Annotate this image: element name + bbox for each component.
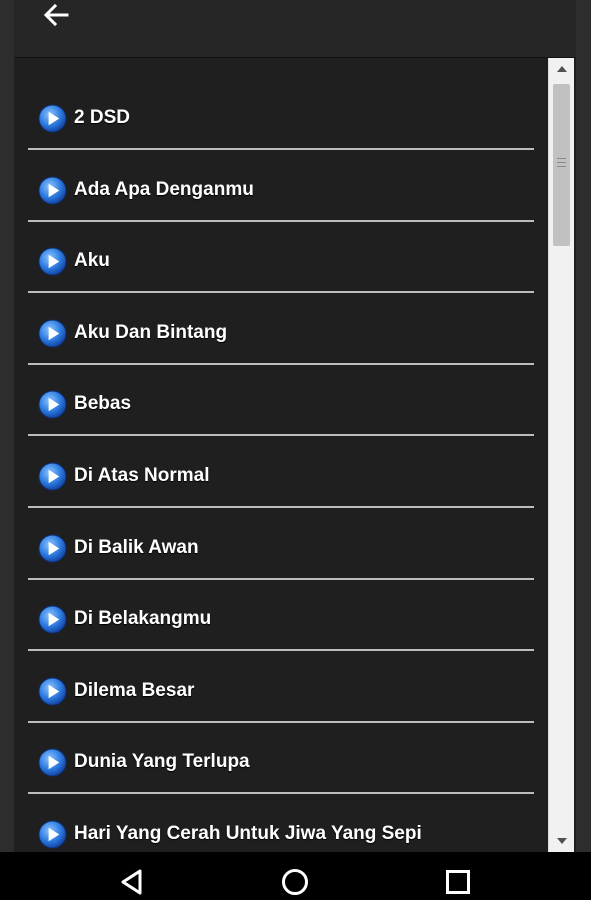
list-item[interactable]: Di Balik Awan [28, 510, 534, 580]
back-button[interactable] [36, 0, 76, 30]
square-recents-icon [446, 870, 470, 894]
list-item[interactable]: Di Atas Normal [28, 438, 534, 508]
song-title: Aku [74, 250, 110, 272]
scroll-down-arrow-icon [556, 838, 567, 844]
device-screen: 2 DSD Ada Apa Denganmu Aku Aku Dan Bintang B… [0, 0, 591, 900]
nav-back-button[interactable] [112, 864, 152, 900]
play-circle-icon [38, 390, 67, 419]
song-title: Dilema Besar [74, 679, 195, 701]
play-circle-icon [38, 534, 67, 563]
play-circle-icon [38, 247, 67, 276]
list-item[interactable]: Aku [28, 223, 534, 294]
list-item[interactable]: Aku Dan Bintang [28, 295, 534, 365]
play-circle-icon [38, 104, 67, 133]
circle-home-icon [282, 869, 308, 895]
play-circle-icon [38, 820, 67, 849]
scroll-up-arrow-icon [556, 66, 567, 72]
song-title: Di Belakangmu [74, 608, 212, 630]
play-circle-icon [38, 462, 67, 491]
list-item[interactable]: Hari Yang Cerah Untuk Jiwa Yang Sepi [28, 796, 534, 852]
list-item[interactable]: Dilema Besar [28, 653, 534, 723]
system-nav-bar [0, 852, 591, 900]
list-item[interactable]: 2 DSD [28, 80, 534, 150]
play-circle-icon [38, 605, 67, 634]
song-list: 2 DSD Ada Apa Denganmu Aku Aku Dan Bintang B… [14, 58, 547, 852]
app-window: 2 DSD Ada Apa Denganmu Aku Aku Dan Bintang B… [14, 0, 576, 852]
song-title: 2 DSD [74, 107, 130, 128]
song-title: Di Balik Awan [74, 536, 199, 558]
scroll-down-button[interactable] [549, 830, 574, 852]
song-title: Bebas [74, 393, 132, 415]
play-circle-icon [38, 176, 67, 205]
scrollbar[interactable] [548, 58, 574, 852]
list-item[interactable]: Di Belakangmu [28, 581, 534, 652]
play-circle-icon [38, 319, 67, 348]
triangle-back-icon [121, 869, 142, 895]
song-title: Ada Apa Denganmu [74, 178, 254, 200]
scroll-up-button[interactable] [549, 58, 574, 80]
play-circle-icon [38, 677, 67, 706]
app-bar [14, 0, 576, 58]
arrow-left-icon [43, 3, 69, 27]
list-item[interactable]: Dunia Yang Terlupa [28, 724, 534, 795]
list-item[interactable]: Ada Apa Denganmu [28, 152, 534, 222]
song-title: Hari Yang Cerah Untuk Jiwa Yang Sepi [74, 823, 422, 844]
song-title: Dunia Yang Terlupa [74, 751, 250, 773]
list-item[interactable]: Bebas [28, 366, 534, 437]
nav-recents-button[interactable] [438, 864, 478, 900]
song-title: Di Atas Normal [74, 465, 210, 486]
scroll-thumb[interactable] [553, 84, 570, 246]
grip-icon [557, 158, 566, 170]
nav-home-button[interactable] [275, 864, 315, 900]
play-circle-icon [38, 748, 67, 777]
song-title: Aku Dan Bintang [74, 321, 228, 343]
